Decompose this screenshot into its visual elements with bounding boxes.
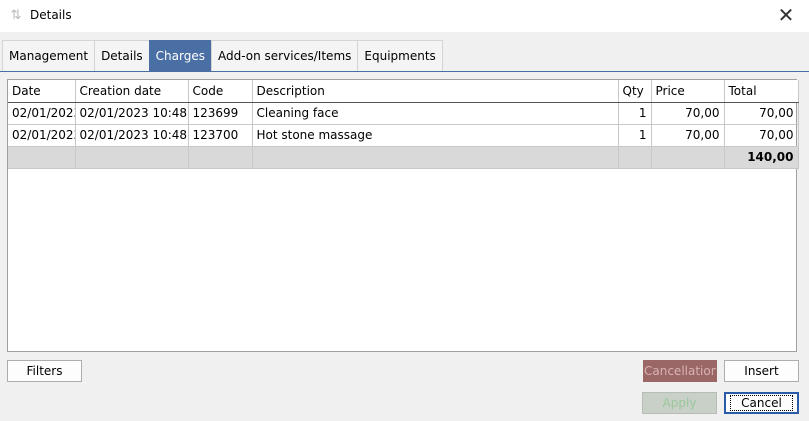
table-row[interactable]: 02/01/2023 02/01/2023 10:48:44 123699 Cl…: [8, 102, 799, 125]
total-row: 140,00: [8, 146, 799, 169]
cancel-button[interactable]: Cancel: [724, 392, 799, 414]
total-cell-empty: [618, 146, 652, 169]
table-row[interactable]: 02/01/2023 02/01/2023 10:48:44 123700 Ho…: [8, 124, 799, 147]
charges-grid[interactable]: Date Creation date Code Description Qty …: [7, 79, 799, 352]
tab-add-on-services[interactable]: Add-on services/Items: [210, 40, 359, 71]
cell-total[interactable]: 70,00: [724, 124, 799, 147]
tab-bar: Management Details Charges Add-on servic…: [2, 40, 443, 71]
column-header-total[interactable]: Total: [724, 80, 799, 103]
window-title: Details: [30, 8, 72, 22]
column-header-creation-date[interactable]: Creation date: [75, 80, 189, 103]
column-header-qty[interactable]: Qty: [618, 80, 652, 103]
cell-description[interactable]: Hot stone massage: [252, 124, 619, 147]
close-icon: ✕: [777, 3, 795, 27]
column-header-description[interactable]: Description: [252, 80, 619, 103]
tab-details[interactable]: Details: [94, 40, 150, 71]
cell-date[interactable]: 02/01/2023: [8, 124, 76, 147]
cancel-button-label: Cancel: [730, 395, 793, 411]
cell-price[interactable]: 70,00: [651, 102, 725, 125]
apply-button[interactable]: Apply: [642, 392, 717, 414]
total-cell-empty: [651, 146, 725, 169]
cell-qty[interactable]: 1: [618, 124, 652, 147]
cell-total[interactable]: 70,00: [724, 102, 799, 125]
cell-code[interactable]: 123700: [188, 124, 253, 147]
tab-charges[interactable]: Charges: [148, 40, 212, 71]
total-cell-empty: [75, 146, 189, 169]
column-header-price[interactable]: Price: [651, 80, 725, 103]
close-button[interactable]: ✕: [763, 0, 809, 32]
charges-table: Date Creation date Code Description Qty …: [8, 80, 799, 169]
total-cell-empty: [8, 146, 76, 169]
cell-description[interactable]: Cleaning face: [252, 102, 619, 125]
cell-price[interactable]: 70,00: [651, 124, 725, 147]
tab-equipments[interactable]: Equipments: [357, 40, 443, 71]
total-cell-empty: [252, 146, 619, 169]
column-header-date[interactable]: Date: [8, 80, 76, 103]
cancellation-button[interactable]: Cancellation: [643, 360, 717, 382]
cell-creation-date[interactable]: 02/01/2023 10:48:44: [75, 124, 189, 147]
app-icon: ⇅: [10, 8, 22, 23]
table-header-row: Date Creation date Code Description Qty …: [8, 80, 799, 103]
column-header-code[interactable]: Code: [188, 80, 253, 103]
cell-creation-date[interactable]: 02/01/2023 10:48:44: [75, 102, 189, 125]
cell-qty[interactable]: 1: [618, 102, 652, 125]
grand-total: 140,00: [724, 146, 799, 169]
tab-underline: [0, 71, 809, 72]
tab-management[interactable]: Management: [2, 40, 96, 71]
title-bar: ⇅ Details ✕: [0, 0, 809, 32]
cell-date[interactable]: 02/01/2023: [8, 102, 76, 125]
filters-button[interactable]: Filters: [7, 360, 82, 382]
cell-code[interactable]: 123699: [188, 102, 253, 125]
total-cell-empty: [188, 146, 253, 169]
insert-button[interactable]: Insert: [724, 360, 799, 382]
